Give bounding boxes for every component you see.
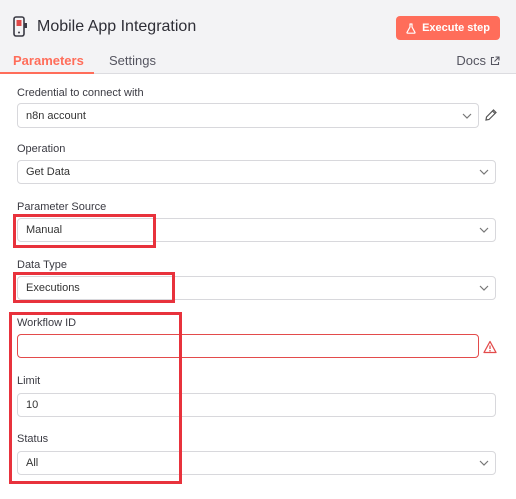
credential-value: n8n account [26,109,86,122]
warning-icon [483,340,497,354]
node-panel: Mobile App Integration Execute step Para… [0,0,516,499]
operation-label: Operation [17,143,66,155]
workflow-id-input[interactable] [17,334,479,358]
node-title: Mobile App Integration [37,18,197,35]
execute-step-label: Execute step [422,22,490,34]
mobile-node-icon [13,16,27,37]
docs-label: Docs [456,53,486,68]
data-type-label: Data Type [17,259,67,271]
workflow-id-label: Workflow ID [17,317,77,329]
operation-select[interactable]: Get Data [17,160,496,184]
limit-label: Limit [17,375,41,387]
chevron-down-icon [473,277,495,299]
pencil-icon[interactable] [484,108,498,122]
active-tab-indicator [0,72,94,74]
flask-icon [406,22,416,34]
execute-step-button[interactable]: Execute step [396,16,500,40]
limit-value: 10 [26,399,39,411]
chevron-down-icon [456,105,478,127]
status-value: All [26,457,39,469]
operation-value: Get Data [26,166,71,178]
limit-input[interactable]: 10 [17,393,496,417]
parameter-source-value: Manual [26,224,63,236]
status-select[interactable]: All [17,451,496,475]
data-type-select[interactable]: Executions [17,276,496,300]
tab-parameters[interactable]: Parameters [13,53,84,68]
data-type-value: Executions [26,282,80,294]
tab-settings[interactable]: Settings [109,53,156,68]
chevron-down-icon [473,161,495,183]
chevron-down-icon [473,219,495,241]
parameter-source-select[interactable]: Manual [17,218,496,242]
credential-select[interactable]: n8n account [17,103,479,128]
status-label: Status [17,433,49,445]
parameter-source-label: Parameter Source [17,201,107,213]
credential-label: Credential to connect with [17,87,144,99]
chevron-down-icon [473,452,495,474]
tab-bar: Parameters Settings Docs [0,46,516,74]
external-link-icon [490,55,500,65]
panel-header: Mobile App Integration Execute step [0,0,516,46]
docs-link[interactable]: Docs [456,53,500,68]
